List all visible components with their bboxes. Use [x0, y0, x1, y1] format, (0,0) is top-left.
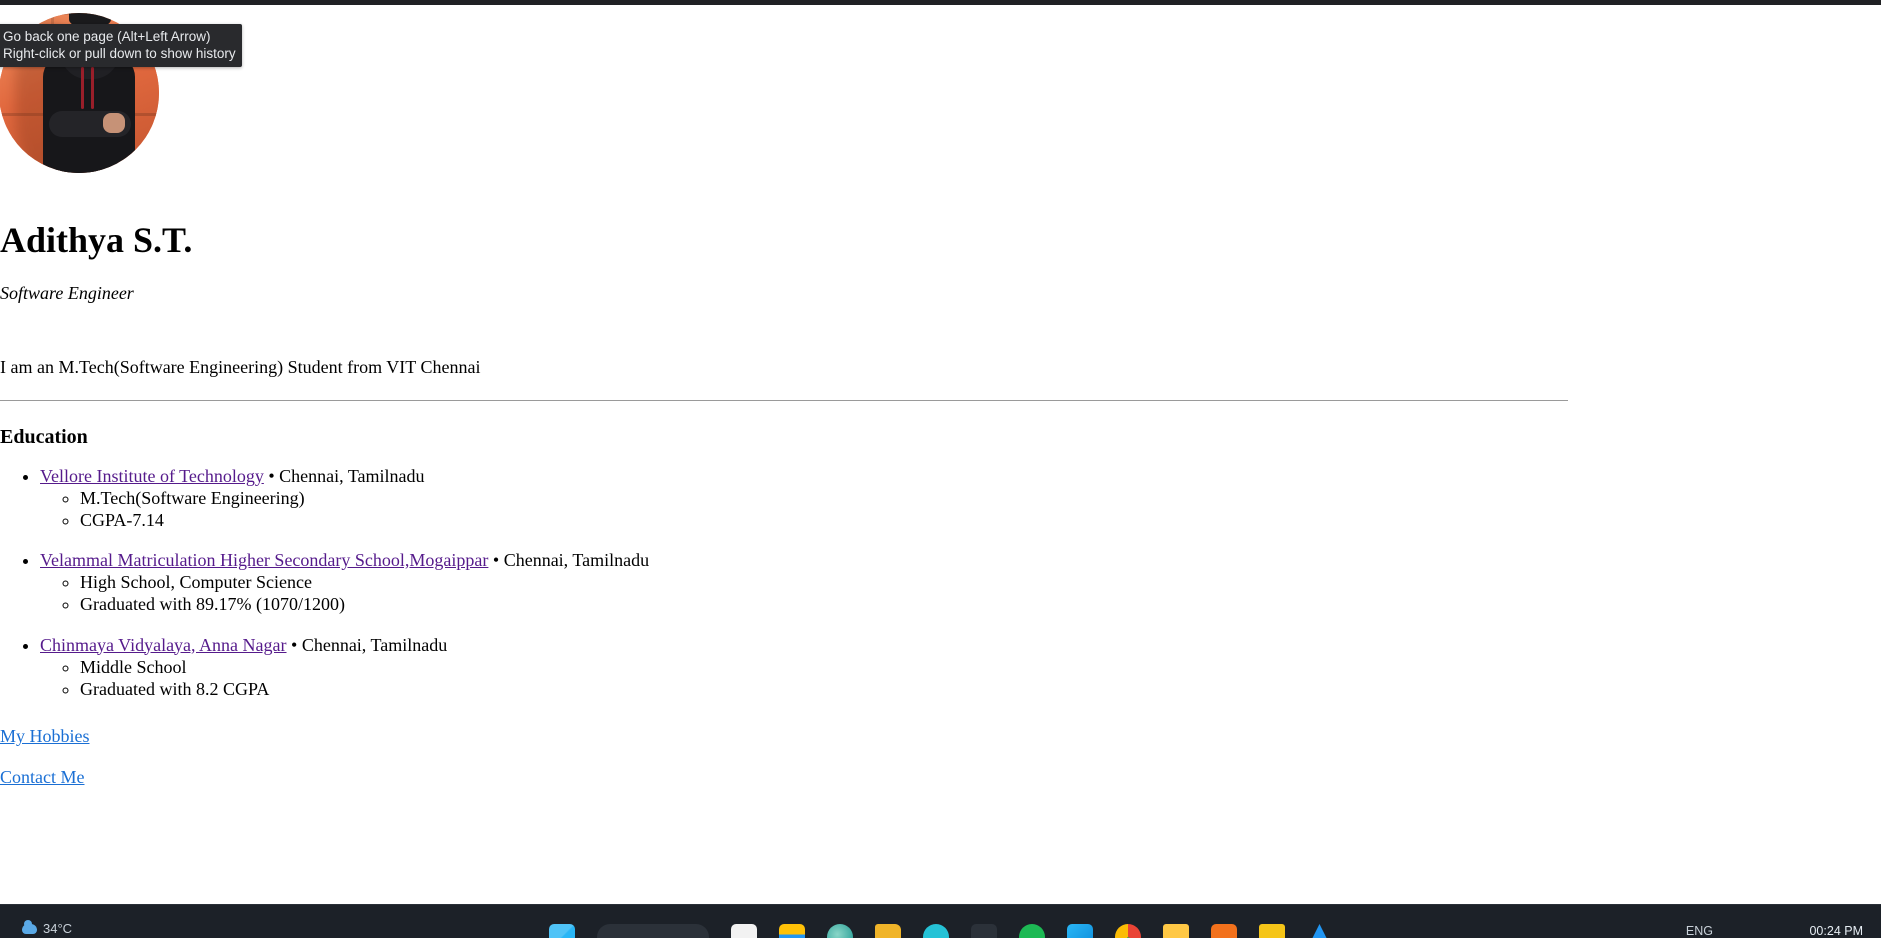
education-details-list: High School, Computer Science Graduated …: [40, 572, 1570, 614]
education-location: • Chennai, Tamilnadu: [268, 465, 425, 486]
blue-app-icon[interactable]: [1306, 924, 1333, 938]
education-institution-link[interactable]: Vellore Institute of Technology: [40, 466, 264, 486]
teams-icon[interactable]: [922, 924, 949, 938]
list-item: Graduated with 8.2 CGPA: [80, 679, 1570, 699]
store-icon[interactable]: [1066, 924, 1093, 938]
folder-icon[interactable]: [874, 924, 901, 938]
back-button-tooltip: Go back one page (Alt+Left Arrow) Right-…: [0, 24, 242, 67]
windows-taskbar: 34°C ENG 00:24 PM: [0, 904, 1881, 938]
list-item: Middle School: [80, 657, 1570, 677]
taskbar-search-box[interactable]: [596, 924, 709, 938]
orange-app-icon[interactable]: [1210, 924, 1237, 938]
resume-page: Adithya S.T. Software Engineer I am an M…: [0, 5, 1570, 788]
list-item: Velammal Matriculation Higher Secondary …: [40, 550, 1570, 614]
chrome-icon[interactable]: [1114, 924, 1141, 938]
notes-icon[interactable]: [1162, 924, 1189, 938]
my-hobbies-link[interactable]: My Hobbies: [0, 726, 90, 746]
education-details-list: Middle School Graduated with 8.2 CGPA: [40, 657, 1570, 699]
education-institution-link[interactable]: Chinmaya Vidyalaya, Anna Nagar: [40, 635, 287, 655]
page-title: Adithya S.T.: [0, 220, 193, 260]
education-list: Vellore Institute of Technology • Chenna…: [0, 466, 1570, 699]
file-explorer-icon[interactable]: [778, 924, 805, 938]
avatar-hand: [103, 113, 125, 133]
yellow-app-icon[interactable]: [1258, 924, 1285, 938]
education-institution-link[interactable]: Velammal Matriculation Higher Secondary …: [40, 550, 488, 570]
widgets-icon[interactable]: [730, 924, 757, 938]
tooltip-line-1: Go back one page (Alt+Left Arrow): [3, 29, 211, 44]
spotify-icon[interactable]: [1018, 924, 1045, 938]
task-view-icon[interactable]: [548, 924, 575, 938]
contact-link-container: Contact Me: [0, 767, 1570, 788]
list-item: Graduated with 89.17% (1070/1200): [80, 594, 1570, 614]
list-item: High School, Computer Science: [80, 572, 1570, 592]
education-location: • Chennai, Tamilnadu: [291, 634, 448, 655]
education-location: • Chennai, Tamilnadu: [492, 550, 650, 571]
contact-me-link[interactable]: Contact Me: [0, 767, 84, 787]
education-heading: Education: [0, 425, 88, 448]
list-item: M.Tech(Software Engineering): [80, 488, 1570, 508]
education-details-list: M.Tech(Software Engineering) CGPA-7.14: [40, 488, 1570, 530]
language-indicator[interactable]: ENG: [1686, 924, 1713, 938]
section-divider: [0, 399, 1568, 401]
profile-tagline: Software Engineer: [0, 282, 134, 303]
hobbies-link-container: My Hobbies: [0, 726, 1570, 747]
vscode-icon[interactable]: [970, 924, 997, 938]
taskbar-icon-row: [0, 924, 1881, 938]
list-item: CGPA-7.14: [80, 510, 1570, 530]
taskbar-clock[interactable]: 00:24 PM: [1809, 924, 1863, 938]
list-item: Vellore Institute of Technology • Chenna…: [40, 466, 1570, 530]
tooltip-line-2: Right-click or pull down to show history: [3, 46, 236, 61]
avatar-hood-string-left: [81, 67, 84, 109]
list-item: Chinmaya Vidyalaya, Anna Nagar • Chennai…: [40, 635, 1570, 699]
browser-viewport: Adithya S.T. Software Engineer I am an M…: [0, 5, 1881, 905]
avatar-hood-string-right: [91, 67, 94, 109]
profile-intro: I am an M.Tech(Software Engineering) Stu…: [0, 356, 481, 377]
edge-icon[interactable]: [826, 924, 853, 938]
